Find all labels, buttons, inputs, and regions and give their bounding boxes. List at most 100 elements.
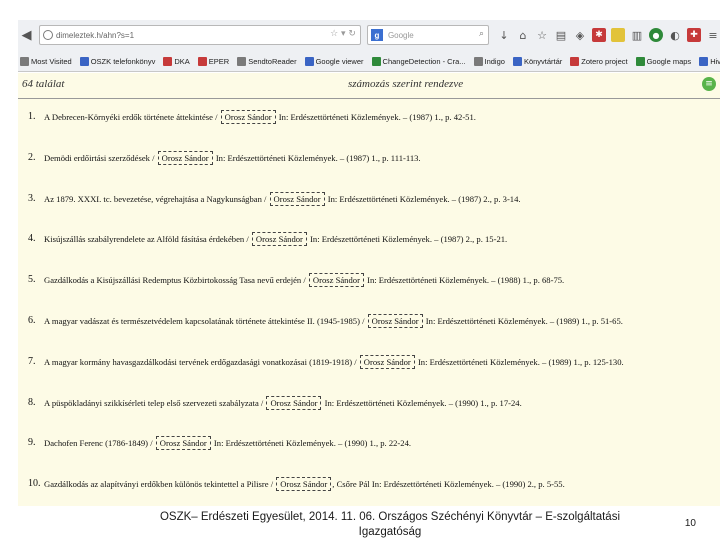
back-arrow-icon[interactable]: ◀ [18,26,35,44]
search-placeholder: Google [387,30,414,40]
result-number: 3. [28,192,36,204]
citation-source: In: Erdészettörténeti Közlemények. – (19… [213,152,421,163]
bookmark-item[interactable]: SendtoReader [237,56,297,66]
citation-title: A magyar kormány havasgazdálkodási tervé… [44,356,359,367]
bookmark-favicon-icon [237,56,247,66]
result-number: 1. [28,111,36,122]
citation-title: Kisújszállás szabályrendelete az Alföld … [44,234,251,245]
bookmark-item[interactable]: Hivatkozások testreszá... [699,56,720,66]
citation-source: In: Erdészettörténeti Közlemények. – (19… [211,438,412,449]
result-item[interactable]: 8. A püspökladányi szikkísérleti telep el… [18,392,720,414]
bookmark-item[interactable]: OSZK telefonkönyv [79,56,156,66]
google-icon: g [370,29,383,41]
citation-title: A magyar vadászat és természetvédelem ka… [44,316,367,326]
slide-footer: OSZK– Erdészeti Egyesület, 2014. 11. 06.… [0,506,720,540]
bookmark-item[interactable]: Indigo [473,56,505,66]
author-link[interactable]: Orosz Sándor [266,395,322,410]
addon-yellow-icon[interactable] [611,28,625,42]
go-icon[interactable]: ≡ [702,77,716,91]
citation-source: , Csőre Pál In: Erdészettörténeti Közlem… [332,479,565,490]
author-link[interactable]: Orosz Sándor [276,477,332,492]
bookmarks-bar: Most Visited OSZK telefonkönyv DKA EPER Send… [18,51,720,71]
citation-source: In: Erdészettörténeti Közlemények. – (19… [364,275,565,286]
addon-green-icon[interactable]: ● [649,28,663,42]
bookmark-item[interactable]: Zotero project [570,56,628,66]
result-item[interactable]: 1. A Debrecen-Környéki erdők története át… [18,106,720,128]
globe-icon [42,30,53,40]
author-link[interactable]: Orosz Sándor [269,191,325,206]
result-item[interactable]: 5. Gazdálkodás a Kisújszállási Redemptus … [18,269,720,291]
bookmark-label: SendtoReader [248,56,297,66]
addon-red-2-icon[interactable]: ✚ [687,28,701,42]
author-link[interactable]: Orosz Sándor [251,232,307,247]
citation-title: A püspökladányi szikkísérleti telep első… [44,397,266,408]
results-header: 64 találat számozás szerint rendezve ≡ [18,73,720,97]
addon-red-icon[interactable]: ✱ [592,28,606,42]
download-icon[interactable]: ↓ [497,28,511,42]
author-link[interactable]: Orosz Sándor [367,314,423,328]
reload-icon[interactable]: ☆ ▾ ↻ [330,29,356,39]
result-item[interactable]: 9. Dachofen Ferenc (1786-1849) / Orosz Sá… [18,432,720,454]
sort-order[interactable]: számozás szerint rendezve [348,78,463,90]
star-icon[interactable]: ☆ [535,28,549,42]
bookmark-label: ChangeDetection - Cra... [382,56,466,66]
result-item[interactable]: 10. Gazdálkodás az alapítványi erdőkben k… [18,473,720,495]
result-item[interactable]: 6. A magyar vadászat és természetvédelem … [18,310,720,332]
bookmark-favicon-icon [304,56,314,66]
bookmark-item[interactable]: EPER [197,56,230,66]
menu-icon[interactable]: ≡ [706,28,720,42]
bookmark-favicon-icon [473,56,483,66]
citation-source: In: Erdészettörténeti Közlemények. – (19… [423,316,623,326]
citation-title: Gazdálkodás a Kisújszállási Redemptus Kö… [44,275,308,286]
bookmark-label: Könyvtártár [523,56,563,66]
result-item[interactable]: 3. Az 1879. XXXI. tc. bevezetése, végreha… [18,188,720,210]
bookmark-label: Google viewer [315,56,364,66]
author-link[interactable]: Orosz Sándor [359,354,415,369]
author-link[interactable]: Orosz Sándor [220,110,276,124]
result-number: 2. [28,151,36,163]
bookmark-item[interactable]: Google viewer [304,56,364,66]
bookmark-label: EPER [208,56,230,66]
author-link[interactable]: Orosz Sándor [155,436,211,451]
citation-source: In: Erdészettörténeti Közlemények. – (19… [415,356,624,367]
bookmark-label: OSZK telefonkönyv [90,56,156,66]
result-citation: Gazdálkodás a Kisújszállási Redemptus Kö… [44,269,564,291]
reader-icon[interactable]: ▥ [630,28,644,42]
result-number: 5. [28,274,36,286]
bookmark-favicon-icon [20,56,29,66]
bookmark-label: Hivatkozások testreszá... [710,56,720,66]
bookmark-label: Google maps [646,56,692,66]
result-item[interactable]: 2. Demödi erdőirtási szerződések / Orosz … [18,147,720,169]
result-number: 6. [28,315,36,326]
bookmark-favicon-icon [699,56,709,66]
bookmark-item[interactable]: Most Visited [20,56,72,66]
clipboard-icon[interactable]: ▤ [554,28,568,42]
result-citation: Gazdálkodás az alapítványi erdőkben külö… [44,473,565,495]
result-item[interactable]: 4. Kisújszállás szabályrendelete az Alföl… [18,228,720,250]
url-text: dimeleztek.h/ahn?s=1 [55,30,135,40]
bookmark-item[interactable]: DKA [163,56,190,66]
bookmark-item[interactable]: Könyvtártár [512,56,563,66]
translate-icon[interactable]: ◐ [668,28,682,42]
magnifier-icon[interactable]: ⌕ [479,29,484,39]
result-citation: Kisújszállás szabályrendelete az Alföld … [44,228,507,250]
bookmark-favicon-icon [635,56,645,66]
browser-chrome: ◀ dimeleztek.h/ahn?s=1 ☆ ▾ ↻ g Google ⌕ … [18,20,720,72]
bookmark-favicon-icon [371,56,381,66]
citation-source: In: Erdészettörténeti Közlemények. – (19… [325,193,521,204]
shield-icon[interactable]: ◈ [573,28,587,42]
bookmark-item[interactable]: ChangeDetection - Cra... [371,56,466,66]
bookmark-label: Most Visited [31,56,72,66]
citation-source: In: Erdészettörténeti Közlemények. – (19… [322,397,522,408]
bookmark-item[interactable]: Google maps [635,56,692,66]
result-citation: Az 1879. XXXI. tc. bevezetése, végrehajt… [44,188,521,210]
search-box[interactable]: g Google ⌕ [366,25,489,45]
bookmark-favicon-icon [79,56,89,66]
home-icon[interactable]: ⌂ [516,28,530,42]
author-link[interactable]: Orosz Sándor [308,273,364,288]
result-citation: Demödi erdőirtási szerződések / Orosz Sá… [44,147,421,169]
result-item[interactable]: 7. A magyar kormány havasgazdálkodási ter… [18,351,720,373]
address-bar[interactable]: dimeleztek.h/ahn?s=1 ☆ ▾ ↻ [38,25,361,45]
page-number: 10 [684,518,696,529]
author-link[interactable]: Orosz Sándor [157,150,213,165]
